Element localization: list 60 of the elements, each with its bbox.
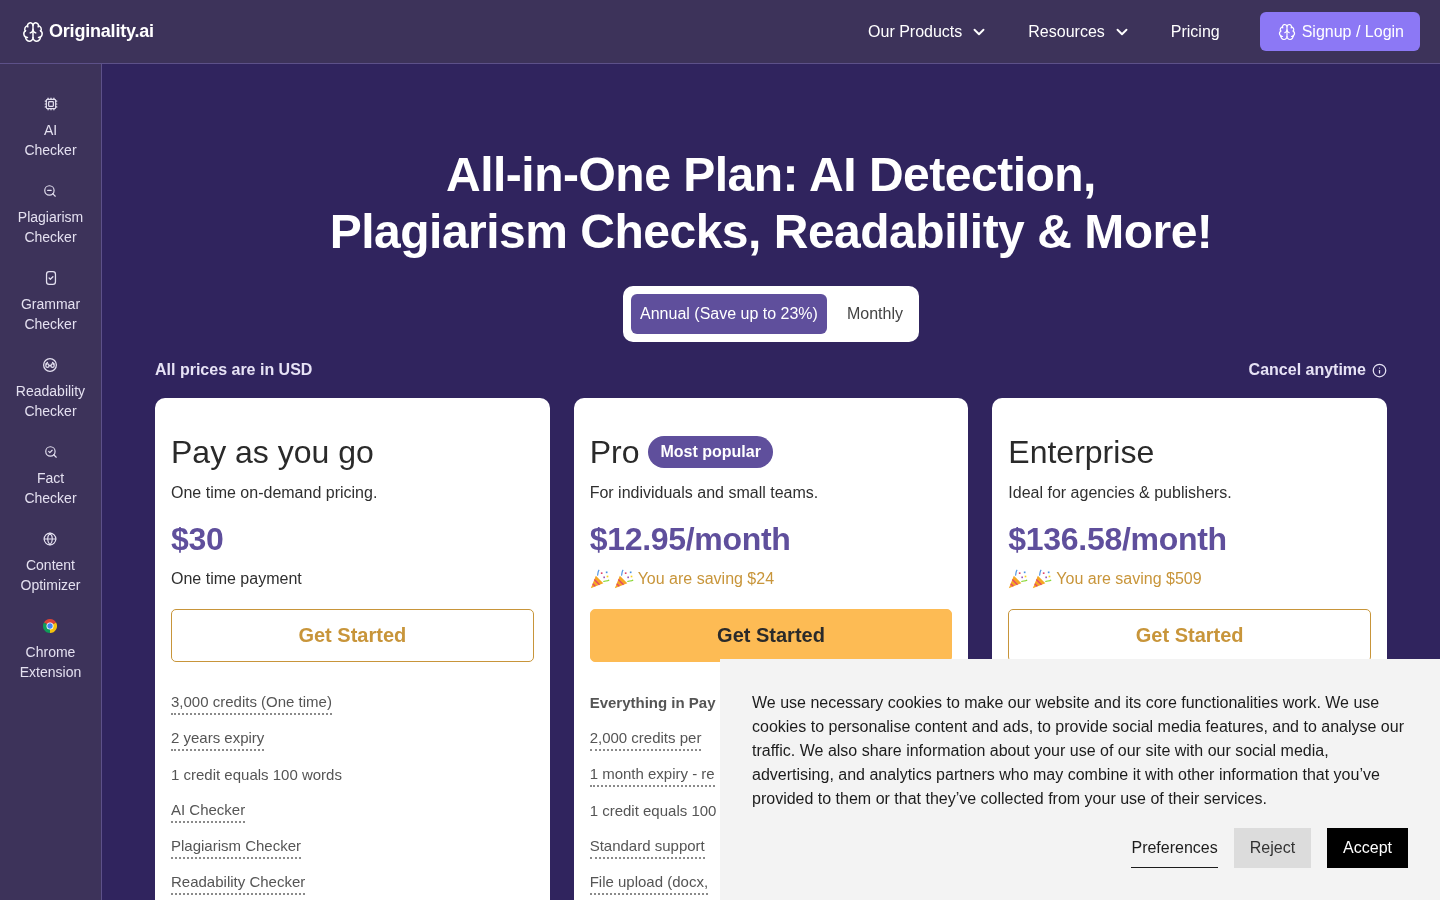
nav-menu-link[interactable]: Our Products bbox=[868, 22, 989, 41]
party-popper-icon bbox=[1032, 569, 1053, 589]
feature-item: 3,000 credits (One time) bbox=[171, 691, 332, 715]
popular-badge: Most popular bbox=[648, 436, 773, 468]
feature-item: 1 credit equals 100 bbox=[589, 801, 717, 821]
info-icon[interactable] bbox=[1372, 362, 1387, 378]
party-popper-icon bbox=[1008, 569, 1029, 589]
brain-icon bbox=[1277, 22, 1296, 41]
payment-note: One time payment bbox=[171, 569, 302, 589]
plan-description: One time on-demand pricing. bbox=[171, 483, 378, 503]
currency-note: All prices are in USD bbox=[155, 360, 313, 380]
feature-item: AI Checker bbox=[171, 799, 246, 823]
sidebar-link[interactable]: Grammar Checker bbox=[20, 271, 81, 334]
logo-text[interactable]: Originality.ai bbox=[49, 21, 154, 42]
brain-icon bbox=[22, 20, 44, 43]
plan-name: Enterprise bbox=[1008, 433, 1155, 472]
reject-button[interactable]: Reject bbox=[1233, 828, 1312, 868]
preferences-link[interactable]: Preferences bbox=[1131, 828, 1218, 868]
sidebar-link[interactable]: Fact Checker bbox=[24, 445, 77, 508]
feature-item: 2,000 credits per bbox=[589, 727, 702, 751]
feature-item: Plagiarism Checker bbox=[171, 835, 302, 859]
feature-item: 2 years expiry bbox=[171, 727, 265, 751]
globe-icon bbox=[43, 532, 58, 546]
accept-button[interactable]: Accept bbox=[1327, 828, 1408, 868]
feature-item: Readability Checker bbox=[171, 871, 306, 895]
sidebar-link[interactable]: AI Checker bbox=[24, 97, 77, 160]
plan-name: Pro bbox=[589, 433, 640, 472]
document-check-icon bbox=[43, 271, 58, 285]
sidebar-link[interactable]: Chrome Extension bbox=[19, 619, 82, 682]
nav-menu-link[interactable]: Resources bbox=[1028, 22, 1131, 41]
plan-description: Ideal for agencies & publishers. bbox=[1008, 483, 1232, 503]
sidebar-link[interactable]: Plagiarism Checker bbox=[17, 184, 84, 247]
chrome-logo-icon bbox=[43, 619, 58, 633]
feature-item: 1 credit equals 100 words bbox=[171, 765, 342, 785]
saving-text: You are saving $509 bbox=[1056, 569, 1202, 589]
plan-price: $30 bbox=[171, 520, 224, 559]
chip-icon bbox=[43, 97, 58, 111]
plan-price: $12.95/month bbox=[589, 520, 791, 559]
plan-name: Pay as you go bbox=[171, 433, 374, 472]
zoom-out-icon bbox=[43, 184, 58, 198]
feature-item: Standard support bbox=[589, 835, 705, 859]
plan-description: For individuals and small teams. bbox=[589, 483, 819, 503]
cookie-text: We use necessary cookies to make our website and its core functionalities work. We use cookies to personalise content and ads, to provide social media features, and to analyse our traffic. We also share information about your use of our site with our social media, advertising, and analytics partners who may combine it with other information that you’ve provided to them or that they’ve collected from your use of their services. bbox=[752, 693, 1405, 809]
glasses-icon bbox=[43, 358, 58, 372]
feature-heading: Everything in Pay bbox=[589, 693, 716, 713]
feature-item: File upload (docx, bbox=[589, 871, 709, 895]
sidebar-link[interactable]: Content Optimizer bbox=[20, 532, 81, 595]
page-heading: All-in-One Plan: AI Detection, Plagiarism Checks, Readability & More! bbox=[329, 147, 1213, 260]
party-popper-icon bbox=[613, 569, 634, 589]
feature-item: 1 month expiry - re bbox=[589, 763, 715, 787]
plan-price: $136.58/month bbox=[1008, 520, 1227, 559]
saving-text: You are saving $24 bbox=[637, 569, 775, 589]
billing-option[interactable]: Monthly bbox=[834, 294, 911, 334]
party-popper-icon bbox=[589, 569, 610, 589]
search-check-icon bbox=[43, 445, 58, 459]
sidebar-link[interactable]: Readability Checker bbox=[15, 358, 86, 421]
cancel-note: Cancel anytime bbox=[1248, 360, 1366, 380]
get-started-button[interactable]: Get Started bbox=[589, 609, 953, 662]
nav-link[interactable]: Pricing bbox=[1170, 22, 1220, 41]
billing-option[interactable]: Annual (Save up to 23%) bbox=[631, 294, 827, 334]
